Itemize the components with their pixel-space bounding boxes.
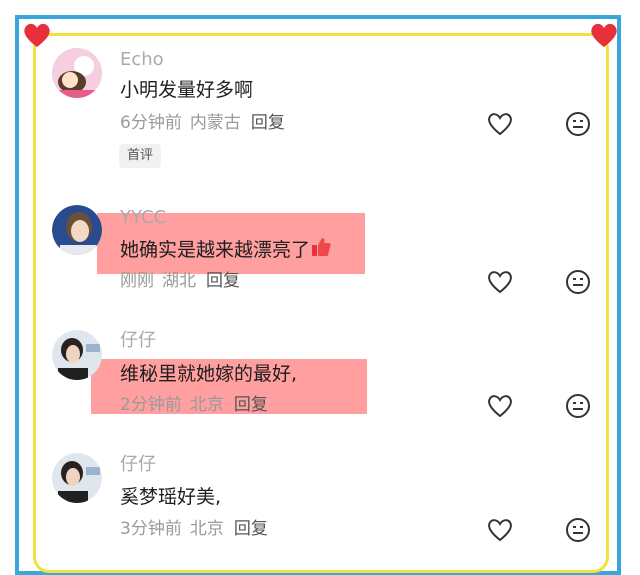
reply-button[interactable]: 回复 [206,271,240,291]
reply-button[interactable]: 回复 [234,519,268,539]
comment-meta: 2分钟前 北京 回复 [120,394,268,416]
comment-location: 北京 [189,519,224,539]
dislike-face-icon[interactable] [565,517,591,543]
comment-time: 6分钟前 [120,113,182,133]
comment-time: 刚刚 [120,271,154,291]
reply-button[interactable]: 回复 [251,113,285,133]
avatar[interactable] [52,330,102,380]
dislike-face-icon[interactable] [565,111,591,137]
heart-decoration-icon [591,23,617,47]
comment-text: 她确实是越来越漂亮了 [120,236,332,262]
comment-location: 内蒙古 [189,113,241,133]
comment-username[interactable]: YYCC [120,207,166,229]
avatar[interactable] [52,48,102,98]
like-heart-icon[interactable] [486,517,514,543]
heart-decoration-icon [24,23,50,47]
comment-location: 北京 [189,395,224,415]
comment-text: 奚梦瑶好美, [120,486,222,508]
comment-username[interactable]: 仔仔 [120,454,156,476]
reply-button[interactable]: 回复 [234,395,268,415]
comment-location: 湖北 [162,271,196,291]
comment-time: 2分钟前 [120,395,182,415]
comment-username[interactable]: 仔仔 [120,330,156,352]
comment-meta: 3分钟前 北京 回复 [120,518,268,540]
comment-meta: 刚刚 湖北 回复 [120,270,240,292]
comment-text: 小明发量好多啊 [120,79,254,101]
like-heart-icon[interactable] [486,111,514,137]
like-heart-icon[interactable] [486,269,514,295]
thumbs-up-icon [312,238,331,256]
comment-text: 维秘里就她嫁的最好, [120,363,298,385]
like-heart-icon[interactable] [486,393,514,419]
comment-time: 3分钟前 [120,519,182,539]
avatar[interactable] [52,205,102,255]
first-comment-badge: 首评 [119,144,162,168]
avatar[interactable] [52,453,102,503]
comment-meta: 6分钟前 内蒙古 回复 [120,112,285,134]
comment-username[interactable]: Echo [120,49,164,71]
comment-text-content: 她确实是越来越漂亮了 [120,239,311,261]
dislike-face-icon[interactable] [565,393,591,419]
dislike-face-icon[interactable] [565,269,591,295]
